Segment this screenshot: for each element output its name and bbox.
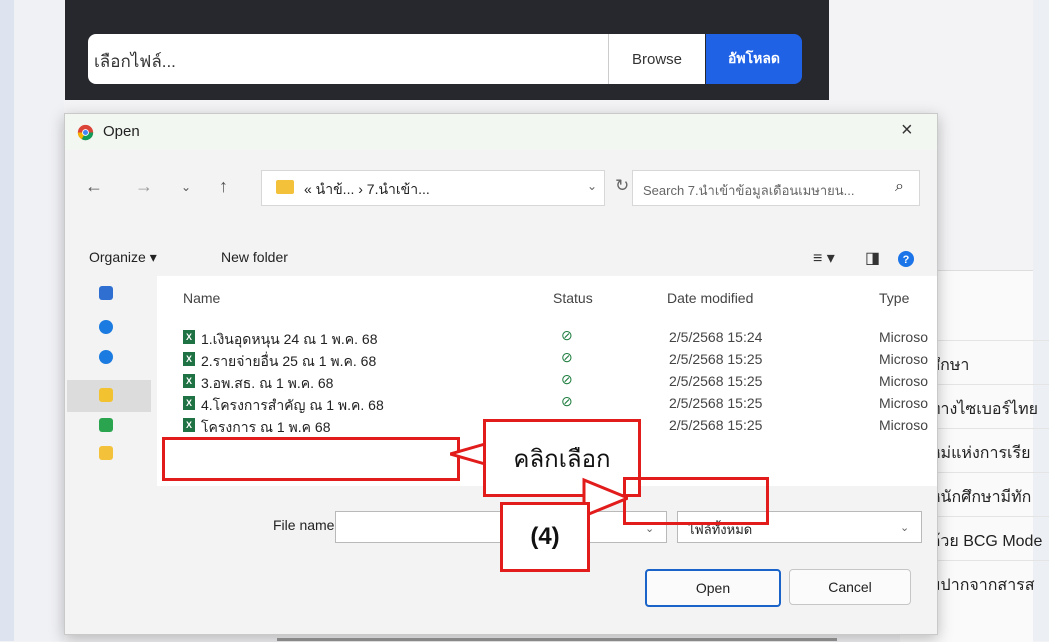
chrome-icon [77, 124, 94, 141]
file-name: โครงการ ณ 1 พ.ค 68 [201, 419, 331, 435]
gallery-icon[interactable] [99, 286, 113, 300]
file-date: 2/5/2568 15:25 [669, 373, 763, 389]
dialog-title: Open [103, 123, 140, 140]
excel-file-icon: X [183, 352, 195, 366]
onedrive-icon[interactable] [99, 350, 113, 364]
file-date: 2/5/2568 15:25 [669, 395, 763, 411]
dialog-titlebar: Open × [65, 114, 937, 150]
column-header-date[interactable]: Date modified [667, 290, 753, 306]
folder-icon [276, 180, 294, 194]
file-row[interactable]: X 3.อพ.สธ. ณ 1 พ.ค. 68 ⊘ 2/5/2568 15:25 … [157, 370, 937, 392]
address-bar[interactable]: « นำข้... › 7.นำเข้า... [261, 170, 605, 206]
up-arrow-icon[interactable]: ↑ [219, 176, 228, 197]
file-date: 2/5/2568 15:25 [669, 351, 763, 367]
column-header-type[interactable]: Type [879, 290, 909, 306]
sharepoint-icon[interactable] [99, 418, 113, 432]
new-folder-button[interactable]: New folder [221, 249, 288, 265]
synced-status-icon: ⊘ [561, 327, 573, 343]
step-number-text: (4) [530, 523, 560, 550]
file-row[interactable]: X 1.เงินอุดหนุน 24 ณ 1 พ.ค. 68 ⊘ 2/5/256… [157, 326, 937, 348]
file-date: 2/5/2568 15:25 [669, 417, 763, 433]
file-type: Microso [879, 329, 929, 345]
dialog-toolbar: Organize ▾ New folder ≡ ▾ ◨ ? [65, 242, 937, 276]
address-dropdown-icon[interactable]: ⌄ [587, 179, 597, 193]
forward-arrow-icon[interactable]: → [135, 176, 153, 197]
search-placeholder: Search 7.นำเข้าข้อมูลเดือนเมษายน... [643, 183, 855, 198]
file-type: Microso [879, 417, 929, 433]
file-row[interactable]: X 2.รายจ่ายอื่น 25 ณ 1 พ.ค. 68 ⊘ 2/5/256… [157, 348, 937, 370]
chevron-down-icon[interactable]: ⌄ [181, 180, 191, 194]
refresh-icon[interactable]: ↻ [615, 176, 629, 196]
synced-status-icon: ⊘ [561, 371, 573, 387]
help-icon[interactable]: ? [897, 250, 915, 268]
page-left-border [0, 0, 14, 641]
breadcrumb: « นำข้... › 7.นำเข้า... [304, 181, 430, 197]
page-left-margin [14, 0, 64, 641]
file-chooser-placeholder: เลือกไฟล์... [94, 52, 176, 71]
file-type: Microso [879, 373, 929, 389]
column-header-status[interactable]: Status [553, 290, 593, 306]
file-row[interactable]: X 4.โครงการสำคัญ ณ 1 พ.ค. 68 ⊘ 2/5/2568 … [157, 392, 937, 414]
navigation-bar: ← → ⌄ ↑ « นำข้... › 7.นำเข้า... ⌄ ↻ Sear… [65, 162, 937, 212]
onedrive-icon[interactable] [99, 320, 113, 334]
excel-file-icon: X [183, 418, 195, 432]
column-header-name[interactable]: Name [183, 290, 220, 306]
excel-file-icon: X [183, 330, 195, 344]
file-date: 2/5/2568 15:24 [669, 329, 763, 345]
upload-button[interactable]: อัพโหลด [706, 34, 802, 84]
star-icon[interactable] [99, 388, 113, 402]
select-file-callout-text: คลิกเลือก [513, 445, 611, 473]
excel-file-icon: X [183, 396, 195, 410]
excel-file-icon: X [183, 374, 195, 388]
step-number-callout: (4) [500, 502, 590, 572]
file-type: Microso [879, 395, 929, 411]
back-arrow-icon[interactable]: ← [85, 176, 103, 197]
synced-status-icon: ⊘ [561, 349, 573, 365]
close-icon[interactable]: × [901, 119, 913, 142]
open-button-highlight [623, 477, 769, 525]
open-button[interactable]: Open [645, 569, 781, 607]
selected-file-highlight [162, 437, 460, 481]
navigation-pane [65, 276, 151, 494]
file-name-label: File name: [273, 517, 339, 533]
browse-button[interactable]: Browse [608, 34, 705, 84]
view-options-icon[interactable]: ≡ ▾ [813, 248, 835, 268]
preview-pane-icon[interactable]: ◨ [865, 248, 880, 268]
folder-icon[interactable] [99, 446, 113, 460]
chevron-down-icon: ⌄ [900, 522, 910, 534]
search-icon: ⌕ [895, 178, 904, 195]
search-input[interactable]: Search 7.นำเข้าข้อมูลเดือนเมษายน... ⌕ [632, 170, 920, 206]
file-type: Microso [879, 351, 929, 367]
cancel-button[interactable]: Cancel [789, 569, 911, 605]
synced-status-icon: ⊘ [561, 393, 573, 409]
svg-text:?: ? [903, 254, 910, 266]
organize-menu[interactable]: Organize ▾ [89, 249, 157, 266]
